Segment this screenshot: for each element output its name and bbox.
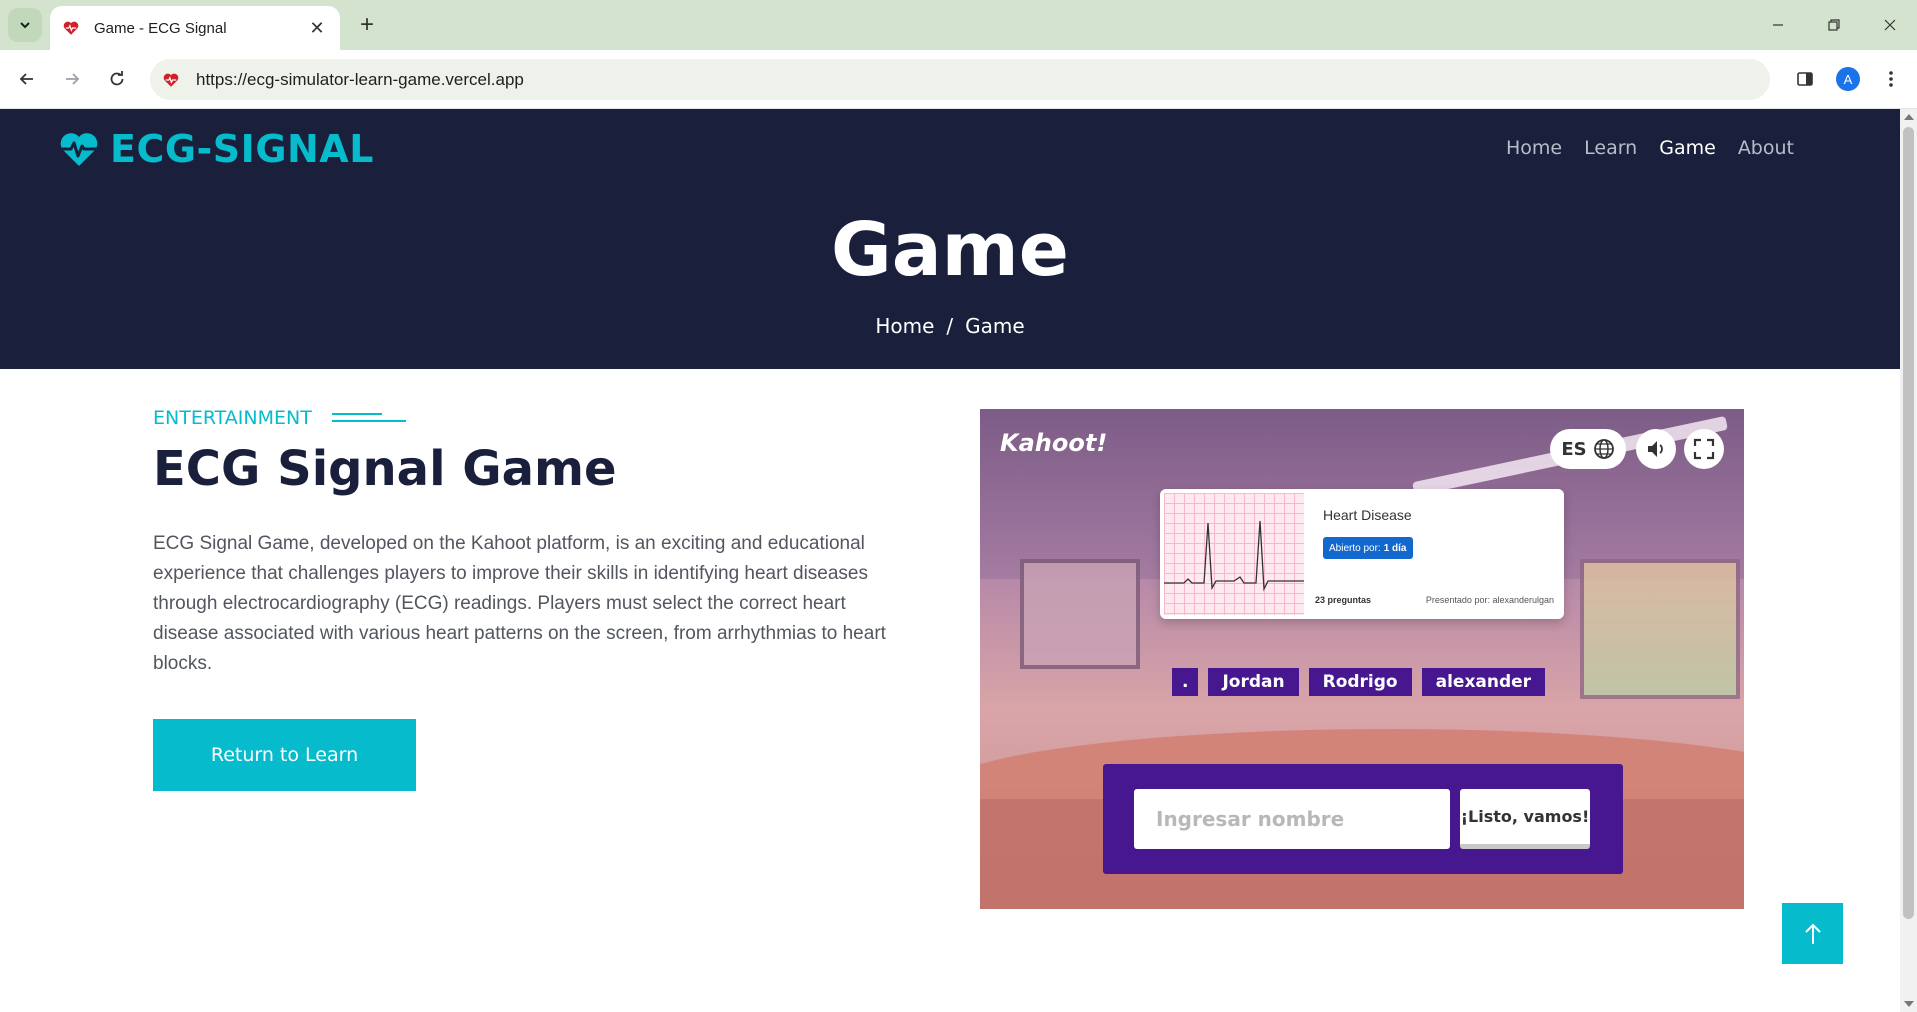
browser-toolbar: https://ecg-simulator-learn-game.vercel.… bbox=[0, 50, 1917, 109]
scroll-down-arrow-icon[interactable] bbox=[1904, 1001, 1914, 1007]
language-code: ES bbox=[1561, 438, 1587, 460]
breadcrumb: Home / Game bbox=[0, 314, 1900, 338]
nav-game[interactable]: Game bbox=[1659, 137, 1716, 159]
profile-avatar[interactable]: A bbox=[1831, 62, 1865, 96]
nav-about[interactable]: About bbox=[1738, 137, 1794, 159]
globe-icon bbox=[1593, 439, 1614, 459]
logo-text: ECG-SIGNAL bbox=[110, 127, 374, 171]
kahoot-embed[interactable]: Kahoot! ES Heart Disease Abierto por: 1 d… bbox=[980, 409, 1744, 909]
open-badge: Abierto por: 1 día bbox=[1323, 537, 1413, 559]
ready-go-button[interactable]: ¡Listo, vamos! bbox=[1460, 789, 1590, 849]
badge-prefix: Abierto por: bbox=[1329, 542, 1381, 554]
back-arrow-icon[interactable] bbox=[10, 62, 44, 96]
kahoot-logo: Kahoot! bbox=[1000, 429, 1108, 457]
scrollbar-thumb[interactable] bbox=[1903, 127, 1914, 919]
page-viewport: ECG-SIGNAL Home Learn Game About Game Ho… bbox=[0, 109, 1900, 1012]
breadcrumb-home[interactable]: Home bbox=[875, 314, 934, 338]
new-tab-plus-icon[interactable]: + bbox=[352, 10, 382, 40]
scroll-up-arrow-icon[interactable] bbox=[1904, 114, 1914, 120]
side-panel-icon[interactable] bbox=[1788, 62, 1822, 96]
tab-title: Game - ECG Signal bbox=[94, 19, 227, 37]
restore-icon[interactable] bbox=[1814, 8, 1854, 42]
classroom-board bbox=[1020, 559, 1140, 669]
browser-tab-strip: Game - ECG Signal ✕ + bbox=[0, 0, 1917, 50]
breadcrumb-current: Game bbox=[965, 314, 1025, 338]
language-selector[interactable]: ES bbox=[1550, 429, 1626, 469]
badge-value: 1 día bbox=[1383, 542, 1407, 554]
heart-favicon-icon bbox=[62, 18, 82, 38]
breadcrumb-separator: / bbox=[946, 314, 954, 338]
question-count: 23 preguntas bbox=[1315, 595, 1372, 605]
player-chip: . bbox=[1172, 668, 1199, 696]
tab-search-button[interactable] bbox=[8, 8, 42, 42]
eyebrow-decoration bbox=[331, 411, 406, 425]
sound-toggle[interactable] bbox=[1636, 429, 1676, 469]
section-title: ECG Signal Game bbox=[153, 441, 617, 497]
forward-arrow-icon[interactable] bbox=[55, 62, 89, 96]
main-nav: Home Learn Game About bbox=[1506, 137, 1794, 159]
ecg-thumbnail bbox=[1164, 493, 1304, 615]
join-form: ¡Listo, vamos! bbox=[1103, 764, 1623, 874]
url-text: https://ecg-simulator-learn-game.vercel.… bbox=[196, 69, 524, 89]
reload-icon[interactable] bbox=[100, 62, 134, 96]
heart-pulse-icon bbox=[60, 133, 98, 166]
close-tab-icon[interactable]: ✕ bbox=[306, 17, 328, 39]
heart-favicon-icon bbox=[162, 70, 182, 90]
avatar: A bbox=[1836, 67, 1860, 91]
section-eyebrow: ENTERTAINMENT bbox=[153, 407, 406, 429]
player-chip: Jordan bbox=[1208, 668, 1299, 696]
player-chip: alexander bbox=[1421, 668, 1546, 696]
return-to-learn-button[interactable]: Return to Learn bbox=[153, 719, 416, 791]
player-chip: Rodrigo bbox=[1308, 668, 1412, 696]
site-logo[interactable]: ECG-SIGNAL bbox=[58, 127, 374, 171]
back-to-top-button[interactable] bbox=[1782, 903, 1843, 964]
classroom-window bbox=[1580, 559, 1740, 699]
hero-header: ECG-SIGNAL Home Learn Game About Game Ho… bbox=[0, 109, 1900, 369]
nickname-input[interactable] bbox=[1134, 789, 1450, 849]
presented-by: Presentado por: alexanderulgan bbox=[1425, 595, 1554, 605]
close-window-icon[interactable] bbox=[1870, 8, 1910, 42]
nav-learn[interactable]: Learn bbox=[1584, 137, 1637, 159]
address-bar[interactable]: https://ecg-simulator-learn-game.vercel.… bbox=[150, 59, 1770, 100]
fullscreen-toggle[interactable] bbox=[1684, 429, 1724, 469]
menu-kebab-icon[interactable] bbox=[1874, 62, 1908, 96]
page-title: Game bbox=[831, 207, 1069, 293]
page-scrollbar[interactable] bbox=[1900, 109, 1917, 1012]
eyebrow-text: ENTERTAINMENT bbox=[153, 407, 312, 429]
player-list: . Jordan Rodrigo alexander bbox=[1172, 668, 1546, 696]
chevron-down-icon bbox=[20, 22, 30, 29]
quiz-card: Heart Disease Abierto por: 1 día 23 pregu… bbox=[1160, 489, 1564, 619]
nav-home[interactable]: Home bbox=[1506, 137, 1562, 159]
section-description: ECG Signal Game, developed on the Kahoot… bbox=[153, 533, 886, 674]
minimize-icon[interactable] bbox=[1758, 8, 1798, 42]
tab-active[interactable]: Game - ECG Signal ✕ bbox=[50, 6, 340, 50]
fullscreen-icon bbox=[1693, 438, 1715, 460]
quiz-title: Heart Disease bbox=[1323, 507, 1412, 523]
arrow-up-icon bbox=[1804, 923, 1821, 944]
speaker-icon bbox=[1648, 441, 1663, 457]
